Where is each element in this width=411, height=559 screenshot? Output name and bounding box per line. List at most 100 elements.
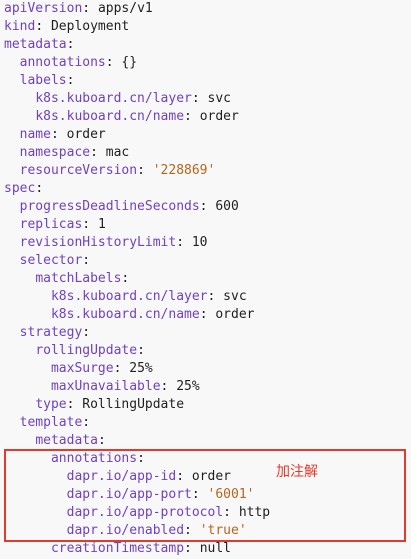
yaml-line: spec: bbox=[4, 180, 270, 198]
colon: : bbox=[184, 541, 192, 556]
yaml-value: null bbox=[199, 541, 231, 556]
yaml-line: matchLabels: bbox=[4, 270, 270, 288]
yaml-value: 25% bbox=[129, 361, 153, 376]
colon: : bbox=[105, 55, 114, 70]
yaml-key: strategy bbox=[19, 325, 83, 340]
colon: : bbox=[176, 235, 185, 250]
yaml-value: order bbox=[199, 109, 239, 124]
yaml-line: creationTimestamp: null bbox=[4, 540, 270, 558]
yaml-key: type bbox=[35, 397, 67, 412]
yaml-line: strategy: bbox=[4, 324, 270, 342]
yaml-value: 600 bbox=[215, 199, 239, 214]
yaml-line: maxUnavailable: 25% bbox=[4, 378, 270, 396]
yaml-value: svc bbox=[207, 91, 231, 106]
colon: : bbox=[199, 199, 208, 214]
yaml-line: progressDeadlineSeconds: 600 bbox=[4, 198, 270, 216]
yaml-key: apiVersion bbox=[4, 1, 83, 16]
yaml-value: '228869' bbox=[152, 163, 216, 178]
colon: : bbox=[35, 19, 44, 34]
yaml-line: kind: Deployment bbox=[4, 18, 270, 36]
colon: : bbox=[191, 91, 200, 106]
yaml-key: resourceVersion bbox=[19, 163, 138, 178]
yaml-line: namespace: mac bbox=[4, 144, 270, 162]
yaml-key: progressDeadlineSeconds bbox=[19, 199, 200, 214]
yaml-key: labels bbox=[19, 73, 67, 88]
yaml-key: name bbox=[19, 127, 51, 142]
yaml-line: k8s.kuboard.cn/name: order bbox=[4, 108, 270, 126]
colon: : bbox=[66, 37, 75, 52]
colon: : bbox=[82, 217, 91, 232]
yaml-key: k8s.kuboard.cn/name bbox=[50, 307, 200, 322]
yaml-key: kind bbox=[4, 19, 36, 34]
yaml-key: namespace bbox=[19, 145, 91, 160]
yaml-key: maxSurge bbox=[50, 361, 114, 376]
yaml-line: k8s.kuboard.cn/layer: svc bbox=[4, 90, 270, 108]
colon: : bbox=[90, 145, 98, 160]
annotation-note: 加注解 bbox=[276, 464, 318, 480]
yaml-value: RollingUpdate bbox=[82, 397, 185, 412]
colon: : bbox=[50, 127, 59, 142]
yaml-value: order bbox=[66, 127, 106, 142]
yaml-value: 1 bbox=[97, 217, 106, 232]
yaml-key: metadata bbox=[4, 37, 67, 52]
yaml-line: annotations: {} bbox=[4, 54, 270, 72]
yaml-key: rollingUpdate bbox=[35, 343, 138, 358]
yaml-key: k8s.kuboard.cn/layer bbox=[35, 91, 192, 106]
yaml-key: metadata bbox=[35, 433, 98, 448]
yaml-line: apiVersion: apps/v1 bbox=[4, 0, 270, 18]
yaml-line: replicas: 1 bbox=[4, 216, 270, 234]
colon: : bbox=[199, 307, 208, 322]
colon: : bbox=[97, 433, 106, 448]
yaml-line: rollingUpdate: bbox=[4, 342, 270, 360]
yaml-key: matchLabels bbox=[35, 271, 122, 286]
yaml-line: metadata: bbox=[4, 432, 270, 450]
colon: : bbox=[66, 73, 75, 88]
yaml-key: annotations bbox=[19, 55, 106, 70]
annotations-highlight-box bbox=[4, 449, 406, 542]
yaml-key: maxUnavailable bbox=[50, 379, 161, 394]
yaml-key: k8s.kuboard.cn/layer bbox=[50, 289, 208, 304]
colon: : bbox=[121, 271, 130, 286]
yaml-key: spec bbox=[4, 181, 36, 196]
yaml-key: template bbox=[19, 415, 83, 430]
yaml-key: k8s.kuboard.cn/name bbox=[35, 109, 185, 124]
yaml-line: template: bbox=[4, 414, 270, 432]
colon: : bbox=[137, 343, 145, 358]
yaml-line: metadata: bbox=[4, 36, 270, 54]
yaml-key: replicas bbox=[19, 217, 83, 232]
yaml-value: {} bbox=[121, 55, 138, 70]
colon: : bbox=[82, 1, 91, 16]
yaml-value: mac bbox=[105, 145, 130, 160]
yaml-key: creationTimestamp bbox=[50, 541, 185, 556]
yaml-line: name: order bbox=[4, 126, 270, 144]
colon: : bbox=[82, 325, 91, 340]
yaml-line: maxSurge: 25% bbox=[4, 360, 270, 378]
yaml-key: revisionHistoryLimit bbox=[19, 235, 177, 250]
yaml-value: order bbox=[215, 307, 255, 322]
colon: : bbox=[82, 415, 91, 430]
yaml-line: k8s.kuboard.cn/layer: svc bbox=[4, 288, 270, 306]
yaml-value: 10 bbox=[191, 235, 208, 250]
colon: : bbox=[82, 253, 91, 268]
yaml-value: 25% bbox=[176, 379, 200, 394]
yaml-value: Deployment bbox=[50, 19, 130, 34]
